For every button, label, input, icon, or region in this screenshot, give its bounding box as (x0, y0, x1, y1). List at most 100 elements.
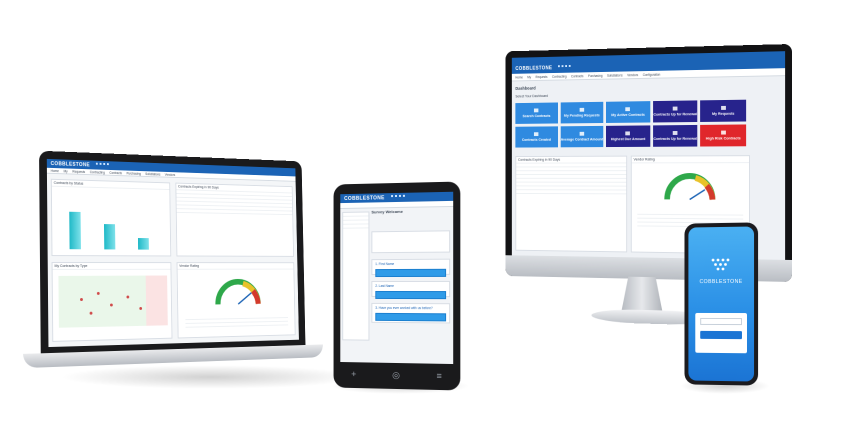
laptop-lid: COBBLESTONE Home My Requests Contracting… (39, 150, 306, 356)
dashboard-tile[interactable]: Search Contracts (515, 102, 558, 124)
tile-icon (579, 131, 585, 136)
form-intro (371, 230, 451, 254)
nav-item[interactable]: Contracting (552, 74, 567, 78)
login-button[interactable] (700, 330, 742, 340)
tile-label: Search Contracts (522, 114, 551, 119)
brand-logo: COBBLESTONE (50, 160, 90, 168)
first-name-input[interactable] (375, 268, 447, 278)
tile-label: High Risk Contracts (705, 136, 741, 141)
dashboard-tile[interactable]: My Requests (700, 99, 747, 122)
tile-label: Average Contract Amount (560, 137, 604, 142)
tile-icon (720, 105, 726, 110)
tile-label: Highest Due Amount (610, 137, 646, 142)
tile-label: Contracts Up for Renewal (653, 112, 698, 117)
logo-mark-icon (95, 162, 109, 168)
tile-label: Contracts Created (521, 137, 552, 142)
nav-item[interactable]: Vendors (165, 172, 175, 176)
nav-item[interactable]: Solicitations (607, 73, 623, 77)
worked-before-input[interactable] (375, 312, 447, 322)
tile-label: My Active Contracts (611, 112, 645, 118)
logo-mark-icon (557, 64, 571, 71)
expiring-contracts-panel: Contracts Expiring in 90 Days (175, 182, 294, 257)
nav-item[interactable]: My (527, 75, 531, 79)
table-row[interactable] (516, 190, 627, 195)
nav-item[interactable]: Home (515, 75, 523, 79)
rating-gauge (661, 168, 718, 203)
tile-icon (534, 132, 539, 137)
side-menu (342, 211, 370, 341)
nav-item[interactable]: Home (51, 168, 59, 172)
brand-logo: COBBLESTONE (515, 64, 553, 72)
dashboard-tile[interactable]: Contracts Created (515, 126, 558, 148)
nav-item[interactable]: Contracting (90, 170, 105, 174)
dashboard-tile[interactable]: Contracts Up for Renewal (652, 124, 698, 147)
dashboard-title: Dashboard (515, 85, 536, 91)
plus-icon[interactable]: + (351, 369, 356, 380)
chart-bar (103, 224, 116, 250)
panel-title: Vendor Rating (631, 156, 750, 164)
tile-label: My Pending Requests (563, 113, 600, 118)
nav-item[interactable]: Requests (536, 75, 548, 79)
nav-item[interactable]: Vendors (627, 73, 638, 77)
dashboard-tile[interactable]: My Active Contracts (606, 101, 651, 123)
nav-item[interactable]: Purchasing (588, 73, 603, 77)
nav-item[interactable]: Contracts (109, 170, 122, 174)
tile-label: My Requests (711, 111, 735, 116)
form-title: Survey Welcome (371, 208, 403, 215)
panel-title: Contracts by Status (51, 179, 170, 190)
nav-item[interactable]: Requests (72, 169, 85, 173)
rating-gauge (212, 274, 263, 308)
field-label: 1. First Name (375, 262, 395, 267)
laptop-screen: COBBLESTONE Home My Requests Contracting… (46, 158, 299, 348)
tablet-screen: COBBLESTONE Survey Welcome 1. First Name… (340, 191, 454, 365)
contracts-type-panel: My Contracts by Type (51, 262, 173, 342)
nav-item[interactable]: Solicitations (145, 172, 160, 176)
nav-item[interactable]: Purchasing (126, 171, 140, 175)
nav-item[interactable]: My (64, 169, 68, 173)
home-icon[interactable]: ◎ (392, 370, 400, 381)
logo-mark-icon (390, 194, 405, 201)
logo-mark-icon (711, 258, 730, 271)
tile-icon (625, 107, 631, 112)
tile-icon (672, 106, 678, 111)
last-name-input[interactable] (375, 290, 447, 300)
scatter-chart (58, 275, 168, 328)
username-input[interactable] (700, 317, 742, 326)
laptop: COBBLESTONE Home My Requests Contracting… (23, 150, 324, 381)
field-label: 2. Last Name (375, 284, 394, 288)
dashboard-tile[interactable]: My Pending Requests (560, 101, 604, 124)
dashboard-select-label: Select Your Dashboard (515, 94, 548, 99)
dashboard-tile[interactable]: Contracts Up for Renewal (652, 100, 698, 123)
phone-screen: COBBLESTONE (688, 226, 755, 382)
login-card (695, 312, 747, 354)
form-question-worked-before: 3. Have you ever worked with us before? (371, 302, 451, 324)
tile-icon (579, 107, 585, 112)
table-row[interactable] (185, 321, 289, 328)
menu-icon[interactable]: ≡ (436, 371, 441, 382)
chart-bar (69, 211, 81, 250)
contracts-chart-panel: Contracts by Status (50, 178, 172, 257)
form-question-first-name: 1. First Name (371, 258, 451, 278)
chart-bar (137, 238, 149, 250)
panel-title: Vendor Rating (177, 263, 294, 270)
dashboard-tile[interactable]: Highest Due Amount (606, 125, 651, 148)
field-label: 3. Have you ever worked with us before? (375, 305, 433, 311)
nav-item[interactable]: Configuration (643, 72, 661, 76)
tile-icon (625, 131, 631, 136)
tile-icon (672, 131, 678, 135)
dashboard-tile[interactable]: Average Contract Amount (560, 125, 604, 148)
device-showcase: COBBLESTONE Home My Requests Contracting… (0, 0, 856, 422)
expiring-contracts-panel: Contracts Expiring in 90 Days (515, 155, 628, 253)
vendor-rating-panel: Vendor Rating (176, 262, 296, 339)
side-menu-item[interactable] (343, 224, 369, 229)
tile-label: Contracts Up for Renewal (653, 136, 698, 141)
dashboard-tiles: Search Contracts My Pending Requests My … (515, 99, 747, 148)
dashboard-tile[interactable]: High Risk Contracts (700, 124, 747, 147)
tablet: COBBLESTONE Survey Welcome 1. First Name… (333, 181, 461, 391)
tile-icon (720, 130, 726, 135)
nav-item[interactable]: Contracts (571, 74, 583, 78)
form-question-last-name: 2. Last Name (371, 280, 451, 300)
brand-name: COBBLESTONE (699, 278, 743, 286)
tablet-home-bar: + ◎ ≡ (334, 369, 461, 383)
brand-logo: COBBLESTONE (344, 194, 385, 202)
